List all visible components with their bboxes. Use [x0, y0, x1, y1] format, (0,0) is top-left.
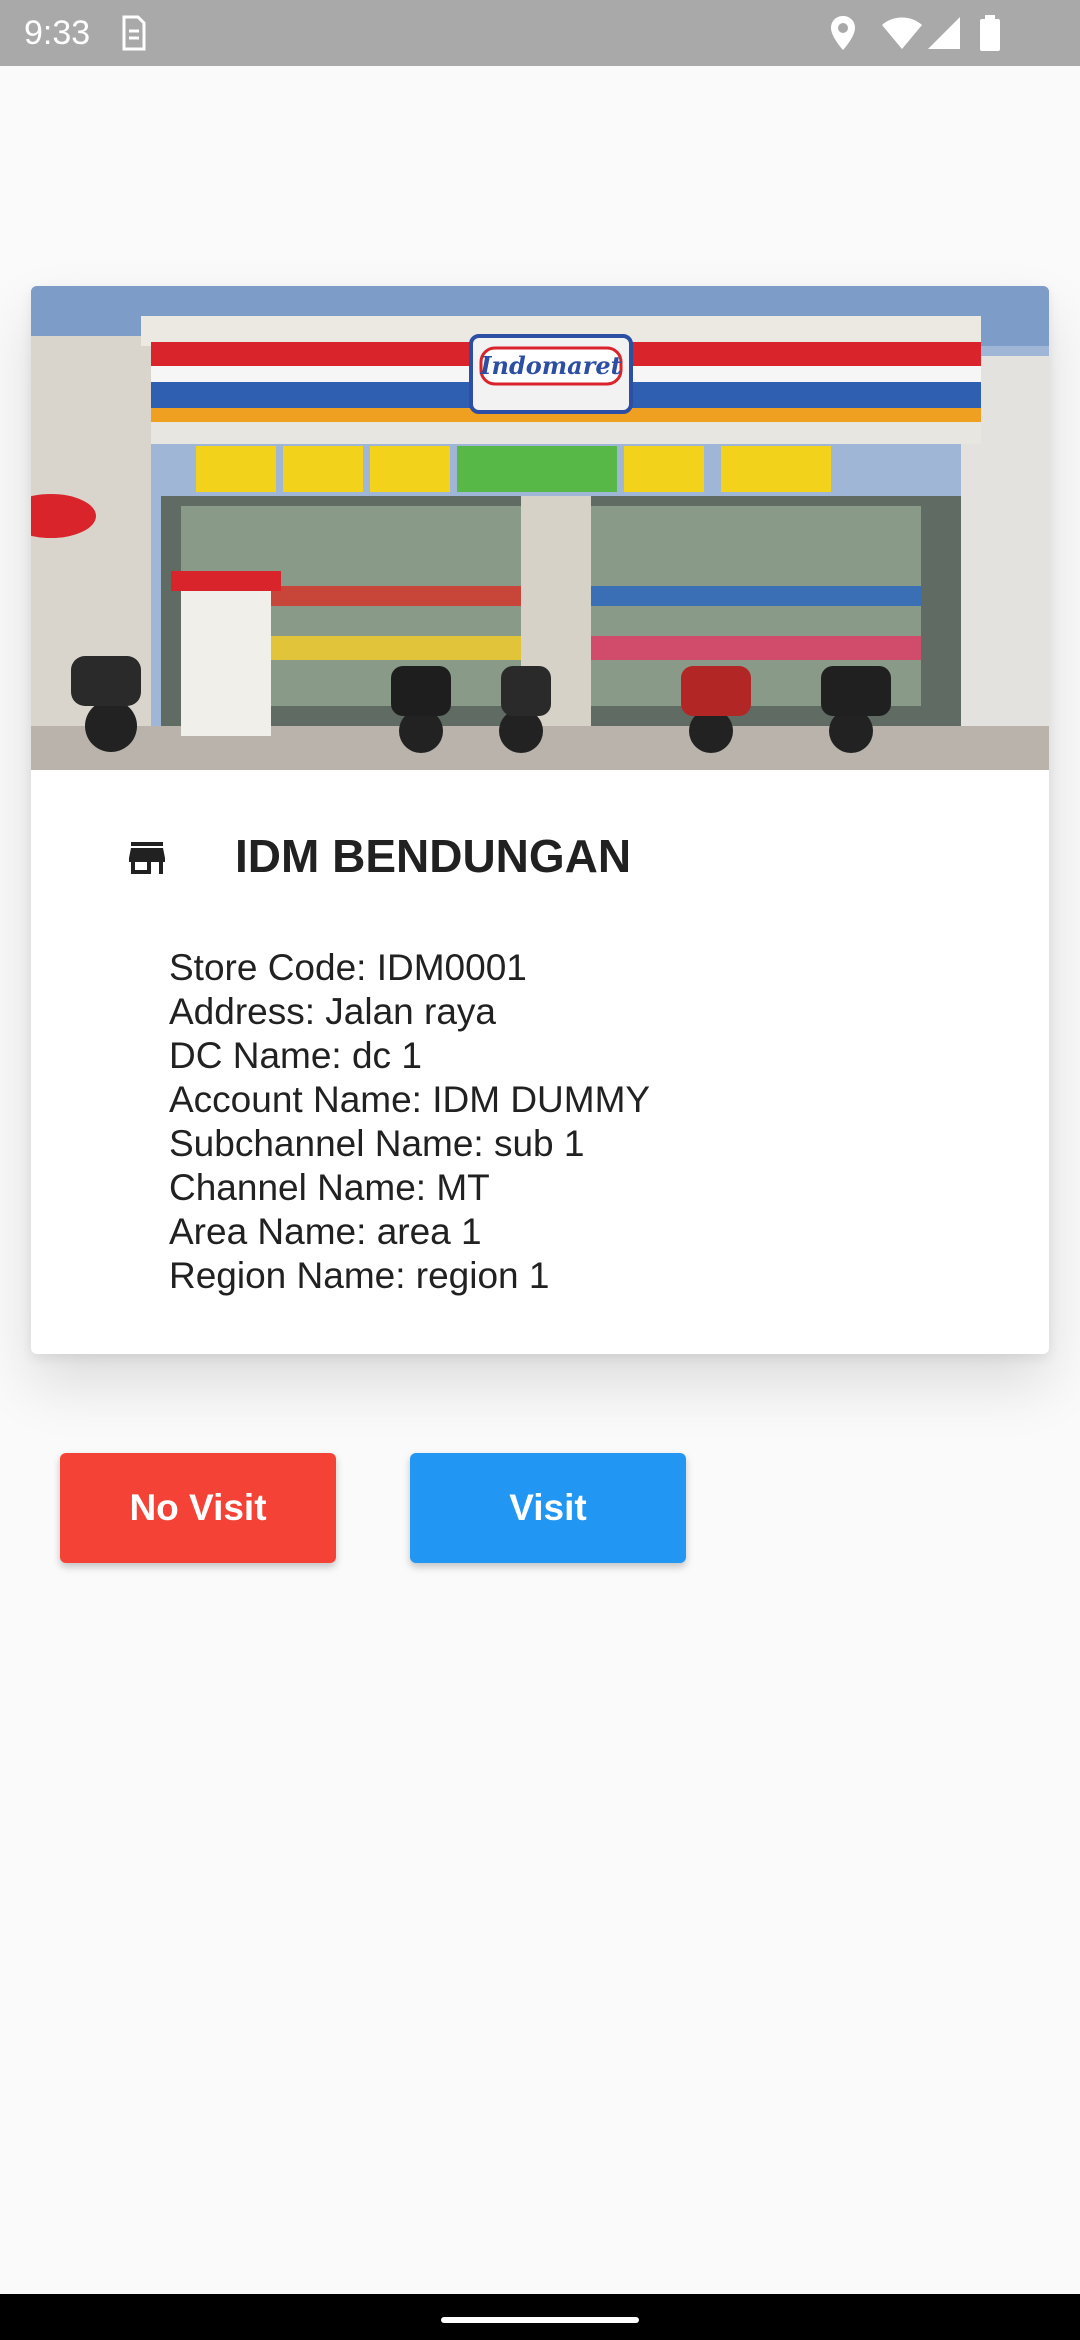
store-address: Address: Jalan raya	[169, 991, 497, 1032]
home-gesture-handle[interactable]	[441, 2317, 639, 2323]
signal-icon	[928, 17, 960, 49]
status-bar: 9:33	[0, 0, 1080, 66]
no-visit-button[interactable]: No Visit	[60, 1453, 336, 1563]
location-icon	[831, 16, 855, 50]
sim-card-icon	[122, 15, 146, 51]
store-sign-text: Indomaret	[479, 351, 621, 380]
account-name: Account Name: IDM DUMMY	[169, 1079, 651, 1120]
dc-name: DC Name: dc 1	[169, 1035, 422, 1076]
wifi-icon	[882, 17, 922, 49]
region-name: Region Name: region 1	[169, 1255, 550, 1296]
area-name: Area Name: area 1	[169, 1211, 482, 1252]
visit-button[interactable]: Visit	[410, 1453, 686, 1563]
channel-name: Channel Name: MT	[169, 1167, 490, 1208]
store-front-photo: Indomaret	[31, 286, 1049, 770]
store-title: IDM BENDUNGAN	[235, 830, 632, 882]
status-time: 9:33	[24, 14, 91, 52]
store-code: Store Code: IDM0001	[169, 947, 527, 988]
store-details: Store Code: IDM0001 Address: Jalan raya …	[169, 946, 650, 1298]
store-card: Indomaret IDM BENDUNGAN Store Code: IDM0…	[31, 286, 1049, 1354]
subchannel-name: Subchannel Name: sub 1	[169, 1123, 585, 1164]
store-icon	[129, 842, 165, 874]
battery-icon	[980, 15, 1000, 51]
